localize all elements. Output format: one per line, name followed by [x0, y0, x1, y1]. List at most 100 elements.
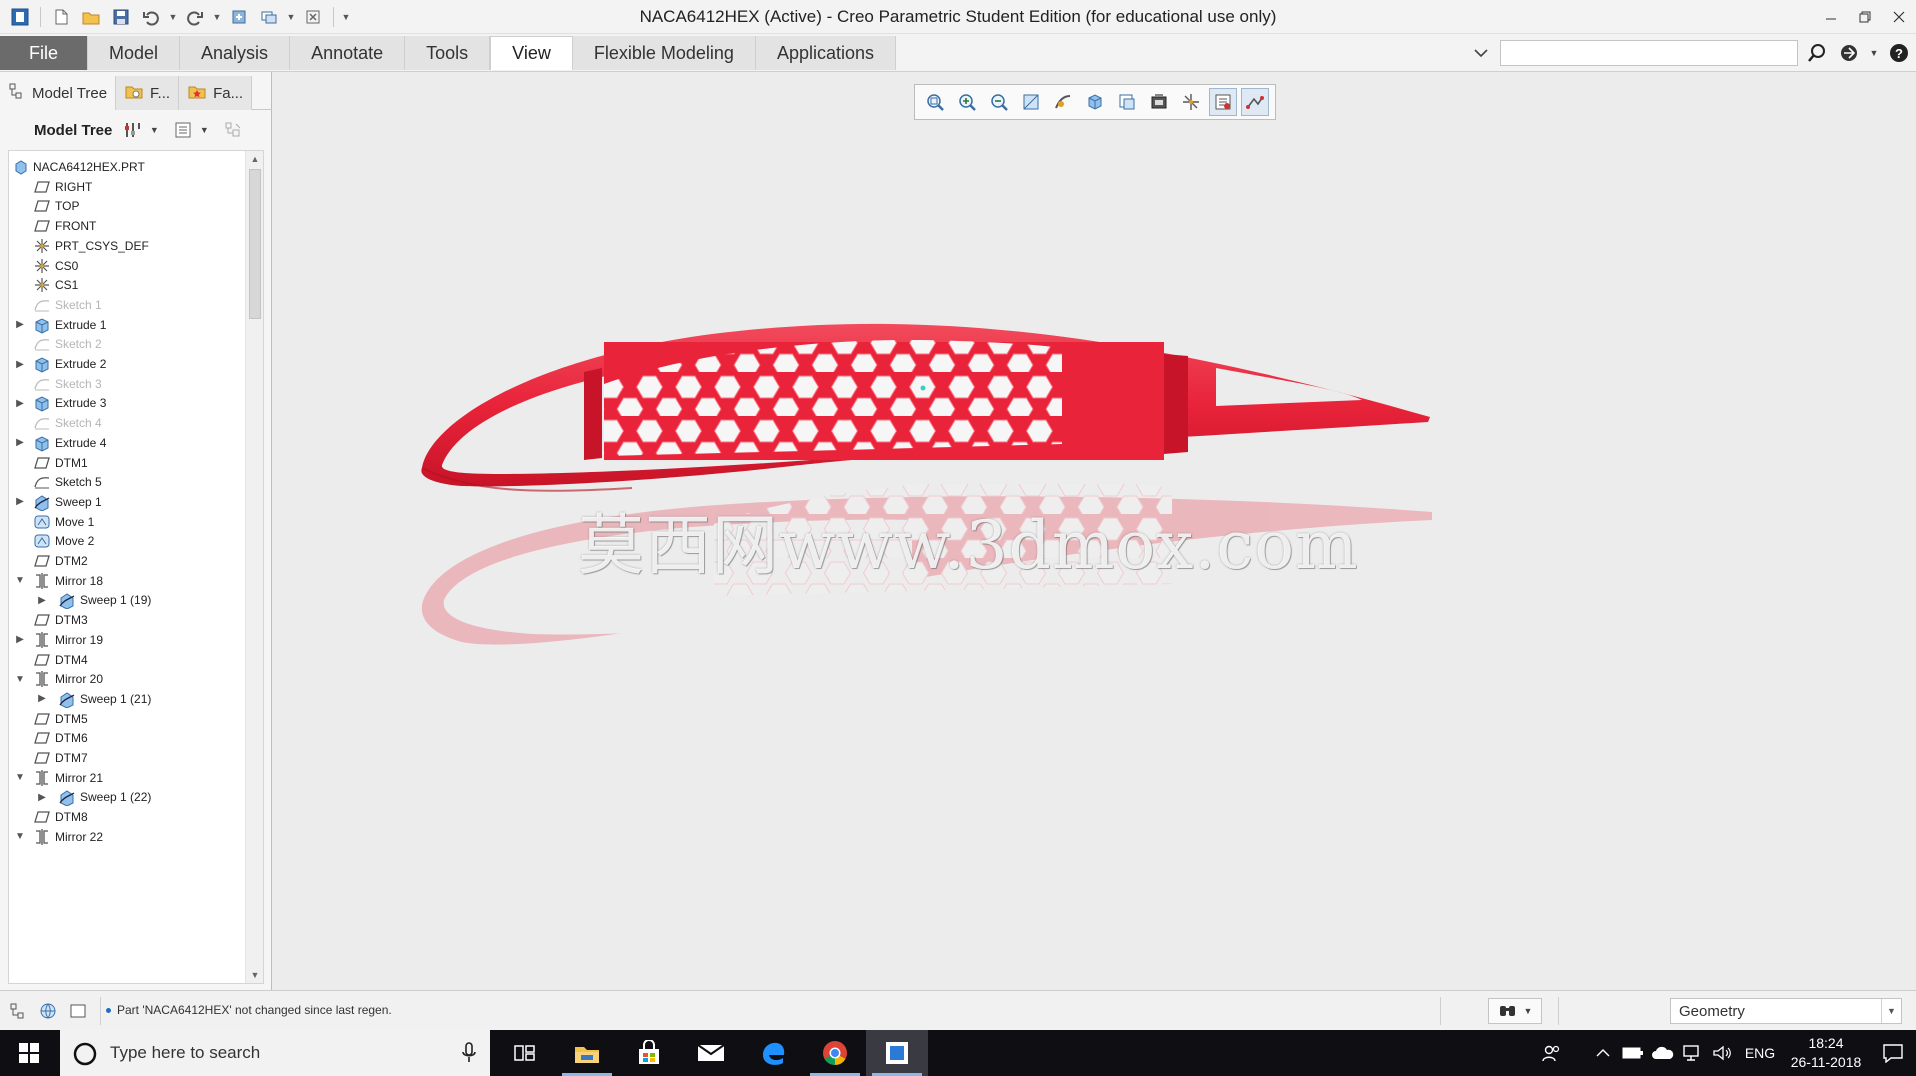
- tab-file[interactable]: File: [0, 36, 88, 70]
- tree-item[interactable]: ▼ Mirror 22: [9, 825, 245, 849]
- minimize-icon[interactable]: [1814, 0, 1848, 34]
- tab-view[interactable]: View: [490, 36, 573, 70]
- microphone-icon[interactable]: [462, 1042, 476, 1067]
- ribbon-tabs: File Model Analysis Annotate Tools View …: [0, 36, 896, 70]
- tree-item-label: RIGHT: [55, 179, 93, 194]
- expand-arrow-icon[interactable]: ▶: [35, 790, 49, 804]
- tree-item-label: DTM8: [55, 810, 88, 825]
- file-explorer-icon[interactable]: [556, 1030, 618, 1076]
- expand-arrow-icon[interactable]: ▶: [13, 495, 27, 509]
- model-tree: NACA6412HEX.PRT RIGHT TOP FRONT PRT_CSYS_DEF…: [8, 150, 264, 984]
- browser-icon[interactable]: [36, 999, 60, 1023]
- task-view-icon[interactable]: [494, 1030, 556, 1076]
- search-icon[interactable]: [1804, 40, 1830, 66]
- mail-icon[interactable]: [680, 1030, 742, 1076]
- folder-browser-icon: [124, 82, 144, 104]
- tab-label: Fa...: [213, 84, 244, 102]
- expand-arrow-icon[interactable]: ▶: [13, 436, 27, 450]
- clock-date: 26-11-2018: [1790, 1054, 1862, 1070]
- tab-applications[interactable]: Applications: [755, 36, 896, 70]
- connect-dropdown-icon[interactable]: ▼: [1868, 40, 1880, 66]
- collapse-arrow-icon[interactable]: ▼: [13, 574, 27, 588]
- cortana-icon: [72, 1041, 98, 1070]
- fullscreen-icon[interactable]: [66, 999, 90, 1023]
- collapse-arrow-icon[interactable]: ▼: [13, 830, 27, 844]
- tab-folder-browser[interactable]: F...: [116, 76, 180, 110]
- tab-annotate[interactable]: Annotate: [290, 36, 406, 70]
- tab-flexible-modeling[interactable]: Flexible Modeling: [572, 36, 756, 70]
- chevron-up-icon[interactable]: [1588, 1030, 1618, 1076]
- collapse-arrow-icon[interactable]: ▼: [13, 672, 27, 686]
- scroll-down-icon[interactable]: ▼: [246, 967, 263, 983]
- clock-time: 18:24: [1808, 1035, 1844, 1051]
- scrollbar-thumb[interactable]: [249, 169, 261, 319]
- toggle-navigator-icon[interactable]: [6, 999, 30, 1023]
- tab-favorites[interactable]: Fa...: [179, 76, 253, 110]
- windows-taskbar: Type here to search ENG 18:24 26-11-2018: [0, 1030, 1916, 1076]
- separator: [1558, 997, 1559, 1025]
- tree-filter-icon[interactable]: [222, 119, 244, 141]
- title-bar: ▼ ▼ ▼ ▼ NACA6412HEX (Active) - Creo Para…: [0, 0, 1916, 34]
- network-icon[interactable]: [1678, 1030, 1708, 1076]
- restore-icon[interactable]: [1848, 0, 1882, 34]
- status-left-tools: [6, 999, 90, 1023]
- tree-item-label: Sketch 4: [55, 416, 102, 431]
- tree-item-label: NACA6412HEX.PRT: [33, 160, 145, 174]
- expand-arrow-icon[interactable]: ▶: [13, 357, 27, 371]
- expand-arrow-icon[interactable]: ▶: [13, 318, 27, 332]
- tab-tools[interactable]: Tools: [405, 36, 491, 70]
- chrome-browser-icon[interactable]: [804, 1030, 866, 1076]
- input-language[interactable]: ENG: [1738, 1030, 1782, 1076]
- find-button[interactable]: ▼: [1488, 998, 1542, 1024]
- people-icon[interactable]: [1536, 1030, 1566, 1076]
- tree-item-label: Sketch 1: [55, 297, 102, 312]
- clock[interactable]: 18:24 26-11-2018: [1782, 1030, 1870, 1076]
- battery-icon[interactable]: [1618, 1030, 1648, 1076]
- creo-app-icon[interactable]: [866, 1030, 928, 1076]
- help-icon[interactable]: ?: [1886, 40, 1912, 66]
- edge-browser-icon[interactable]: [742, 1030, 804, 1076]
- tree-columns-dropdown-icon[interactable]: ▼: [198, 125, 210, 135]
- connect-icon[interactable]: [1836, 40, 1862, 66]
- tree-item-label: CS1: [55, 278, 79, 293]
- system-tray: ENG 18:24 26-11-2018: [1536, 1030, 1916, 1076]
- ribbon-collapse-icon[interactable]: [1468, 40, 1494, 66]
- tree-item-label: Sweep 1 (22): [80, 790, 152, 805]
- expand-arrow-icon[interactable]: ▶: [35, 692, 49, 706]
- tree-item-label: DTM1: [55, 455, 88, 470]
- command-search-input[interactable]: [1500, 40, 1798, 66]
- expand-arrow-icon[interactable]: ▶: [35, 593, 49, 607]
- graphics-window[interactable]: 莫西网www.3dmox.com: [272, 72, 1916, 990]
- tree-item-label: DTM3: [55, 613, 88, 628]
- tree-item-label: Sketch 3: [55, 376, 102, 391]
- taskbar-apps: [494, 1030, 928, 1076]
- tree-item-label: DTM7: [55, 751, 88, 765]
- model-tree-scrollbar[interactable]: ▲ ▼: [245, 151, 263, 983]
- separator: [100, 997, 101, 1025]
- onedrive-cloud-icon[interactable]: [1648, 1030, 1678, 1076]
- action-center-icon[interactable]: [1870, 1030, 1916, 1076]
- ribbon: File Model Analysis Annotate Tools View …: [0, 34, 1916, 72]
- tab-model[interactable]: Model: [88, 36, 181, 70]
- expand-arrow-icon[interactable]: ▶: [13, 396, 27, 410]
- store-icon[interactable]: [618, 1030, 680, 1076]
- tab-analysis[interactable]: Analysis: [180, 36, 291, 70]
- expand-arrow-icon[interactable]: ▶: [13, 633, 27, 647]
- tree-settings-icon[interactable]: [122, 119, 144, 141]
- taskbar-search[interactable]: Type here to search: [60, 1030, 490, 1076]
- find-dropdown-icon: ▼: [1523, 1006, 1533, 1016]
- tree-columns-icon[interactable]: [172, 119, 194, 141]
- tree-item-label: Mirror 20: [55, 672, 104, 687]
- selection-filter-select[interactable]: Geometry ▼: [1670, 998, 1902, 1024]
- tree-settings-dropdown-icon[interactable]: ▼: [148, 125, 160, 135]
- tab-model-tree[interactable]: Model Tree: [0, 76, 117, 110]
- scroll-up-icon[interactable]: ▲: [246, 151, 263, 167]
- collapse-arrow-icon[interactable]: ▼: [13, 771, 27, 785]
- model-tree-title: Model Tree: [34, 121, 113, 139]
- start-button[interactable]: [0, 1030, 58, 1076]
- tree-item-label: Mirror 18: [55, 573, 104, 588]
- close-icon[interactable]: [1882, 0, 1916, 34]
- volume-icon[interactable]: [1708, 1030, 1738, 1076]
- favorites-icon: [187, 82, 207, 104]
- tree-item-label: Extrude 2: [55, 357, 107, 371]
